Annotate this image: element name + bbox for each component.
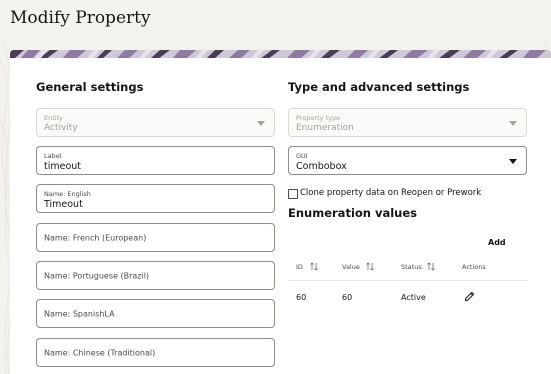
cell-status: Active	[401, 293, 426, 302]
cell-value: 60	[342, 293, 353, 302]
column-header-value[interactable]: Value	[342, 263, 360, 271]
enumeration-values-title: Enumeration values	[288, 206, 418, 220]
sort-icon[interactable]	[427, 262, 435, 271]
name-spanish-input[interactable]: Name: SpanishLA	[36, 299, 275, 328]
clone-checkbox[interactable]	[288, 189, 298, 199]
name-french-placeholder: Name: French (European)	[44, 233, 147, 242]
pencil-icon[interactable]	[464, 291, 475, 302]
column-header-actions: Actions	[462, 263, 486, 271]
name-english-input[interactable]: Name: English Timeout	[36, 184, 275, 213]
entity-value: Activity	[44, 123, 78, 133]
gui-select[interactable]: GUI Combobox	[288, 146, 527, 175]
entity-label: Entity	[44, 114, 63, 122]
name-chinese-input[interactable]: Name: Chinese (Traditional)	[36, 338, 275, 367]
cell-id: 60	[296, 293, 307, 302]
sort-icon[interactable]	[310, 262, 318, 271]
chevron-down-icon[interactable]	[509, 158, 517, 164]
entity-select: Entity Activity	[36, 108, 275, 137]
property-type-value: Enumeration	[296, 123, 354, 133]
advanced-settings-title: Type and advanced settings	[288, 80, 470, 94]
table-header: ID Value Status Actions	[288, 255, 528, 281]
label-field-value: timeout	[44, 161, 82, 172]
label-input[interactable]: Label timeout	[36, 146, 275, 175]
page-title: Modify Property	[10, 8, 151, 28]
name-chinese-placeholder: Name: Chinese (Traditional)	[44, 348, 156, 357]
add-button[interactable]: Add	[488, 238, 506, 247]
property-type-select: Property type Enumeration	[288, 108, 527, 137]
name-french-input[interactable]: Name: French (European)	[36, 223, 275, 252]
name-portuguese-input[interactable]: Name: Portuguese (Brazil)	[36, 261, 275, 290]
label-field-label: Label	[44, 152, 62, 160]
column-header-id[interactable]: ID	[296, 263, 303, 271]
clone-checkbox-label[interactable]: Clone property data on Reopen or Prework	[300, 188, 481, 198]
name-english-label: Name: English	[44, 190, 91, 198]
general-settings-title: General settings	[36, 80, 144, 94]
name-spanish-placeholder: Name: SpanishLA	[44, 309, 115, 318]
chevron-down-icon	[257, 120, 265, 126]
chevron-down-icon	[509, 120, 517, 126]
name-portuguese-placeholder: Name: Portuguese (Brazil)	[44, 271, 150, 280]
enumeration-table: ID Value Status Actions 60 60 Active	[288, 255, 528, 315]
column-header-status[interactable]: Status	[401, 263, 422, 271]
gui-label: GUI	[296, 152, 308, 160]
name-english-value: Timeout	[44, 199, 83, 210]
sort-icon[interactable]	[366, 262, 374, 271]
gui-value: Combobox	[296, 161, 347, 172]
property-type-label: Property type	[296, 114, 341, 122]
